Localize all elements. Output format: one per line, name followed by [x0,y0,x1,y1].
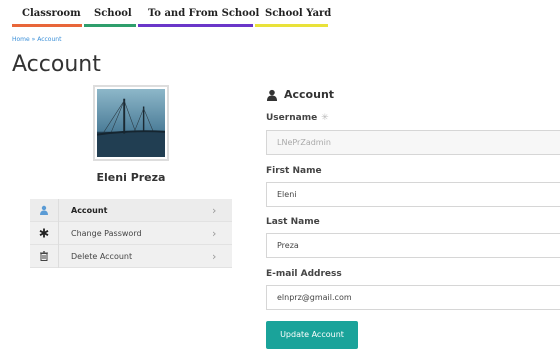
chevron-right-icon: › [212,203,217,217]
username-field[interactable]: LNePrZadmin [266,130,560,155]
form-heading: Account [266,88,334,101]
chevron-right-icon: › [212,226,217,240]
user-name: Eleni Preza [96,171,166,184]
asterisk-icon [30,221,59,245]
email-label: E-mail Address [266,269,342,279]
user-icon [30,198,59,222]
top-nav: Classroom School To and From School Scho… [12,0,331,27]
menu-item-label: Delete Account [71,251,133,261]
email-field[interactable]: elnprz@gmail.com [266,285,560,310]
breadcrumb[interactable]: Home » Account [12,36,61,43]
nav-tab-to-and-from-school[interactable]: To and From School [138,0,259,27]
first-name-label: First Name [266,166,322,176]
update-account-button[interactable]: Update Account [266,321,358,349]
bridge-photo-icon [97,89,165,157]
menu-item-change-password[interactable]: Change Password › [30,221,232,245]
nav-tab-classroom[interactable]: Classroom [12,0,82,27]
menu-item-label: Account [71,205,108,215]
user-icon [266,89,278,101]
first-name-field[interactable]: Eleni [266,182,560,207]
last-name-field[interactable]: Preza [266,233,560,258]
menu-item-label: Change Password [71,228,142,238]
page-title: Account [12,52,101,77]
username-label: Username ✳ [266,113,329,123]
nav-tab-school-yard[interactable]: School Yard [255,0,331,27]
form-heading-text: Account [284,88,335,101]
chevron-right-icon: › [212,249,217,263]
avatar [93,85,169,161]
nav-tab-school[interactable]: School [84,0,136,27]
last-name-label: Last Name [266,217,320,227]
trash-icon [30,244,59,268]
required-asterisk-icon: ✳ [321,113,329,123]
menu-item-account[interactable]: Account › [30,198,232,222]
account-side-menu: Account › Change Password › Delete Accou… [30,198,232,268]
menu-item-delete-account[interactable]: Delete Account › [30,244,232,268]
